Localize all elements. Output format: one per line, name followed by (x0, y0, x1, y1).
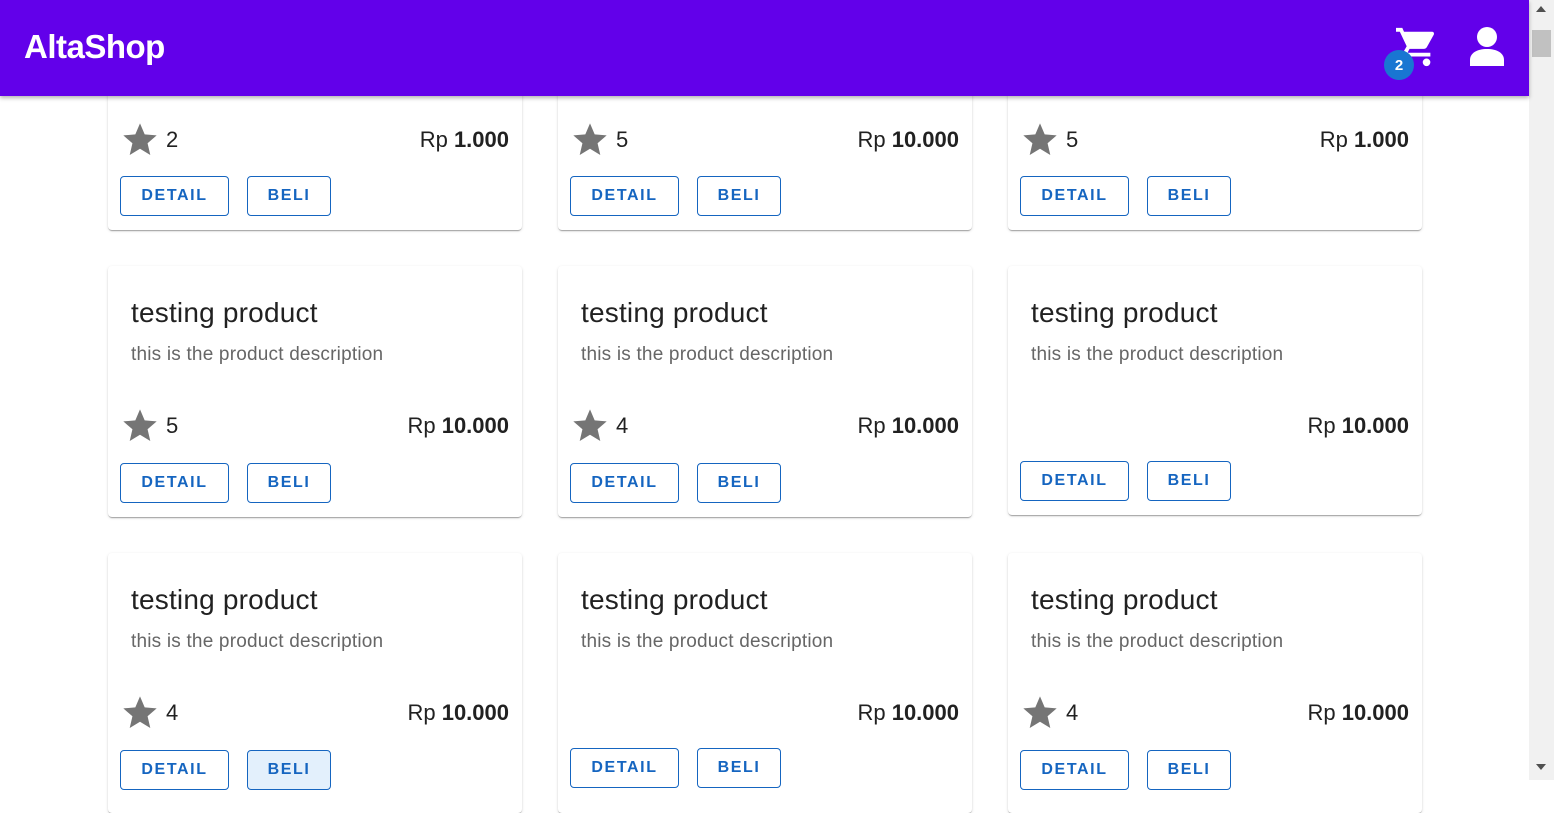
rating-value: 4 (166, 700, 179, 725)
price-value: 10.000 (891, 127, 959, 152)
price-value: 10.000 (1341, 413, 1409, 438)
account-button[interactable] (1468, 26, 1508, 68)
scroll-up-arrow-icon[interactable] (1536, 6, 1546, 12)
buy-button[interactable]: BELI (1147, 750, 1231, 790)
detail-button[interactable]: DETAIL (120, 750, 229, 790)
buy-button[interactable]: BELI (1147, 461, 1231, 501)
currency-label: Rp (1307, 700, 1336, 725)
currency-label: Rp (407, 413, 436, 438)
cart-button[interactable]: 2 (1384, 26, 1442, 80)
price-value: 10.000 (441, 700, 509, 725)
rating-value: 5 (616, 127, 629, 152)
buy-button[interactable]: BELI (697, 463, 781, 503)
product-title: testing product (131, 584, 318, 615)
product-description: this is the product description (581, 631, 834, 652)
product-card: testing product this is the product desc… (1008, 553, 1422, 813)
buy-button[interactable]: BELI (1147, 176, 1231, 216)
detail-button[interactable]: DETAIL (1020, 176, 1129, 216)
scroll-down-arrow-icon[interactable] (1536, 764, 1546, 770)
rating-value: 4 (1066, 700, 1079, 725)
product-description: this is the product description (131, 631, 384, 652)
price-value: 1.000 (453, 127, 509, 152)
currency-label: Rp (857, 700, 886, 725)
buy-button[interactable]: BELI (247, 176, 331, 216)
product-price: Rp 10.000 (1307, 413, 1409, 439)
product-title: testing product (131, 297, 318, 328)
star-icon (1023, 696, 1057, 728)
product-price: Rp 10.000 (857, 413, 959, 439)
product-description: this is the product description (131, 344, 384, 365)
rating-value: 4 (616, 413, 629, 438)
product-card: testing product this is the product desc… (108, 553, 522, 813)
app-title[interactable]: AltaShop (24, 28, 165, 66)
price-value: 10.000 (1341, 700, 1409, 725)
buy-button[interactable]: BELI (697, 748, 781, 788)
currency-label: Rp (1307, 413, 1336, 438)
star-icon (573, 409, 607, 441)
star-icon (123, 409, 157, 441)
product-title: testing product (581, 297, 768, 328)
buy-button[interactable]: BELI (247, 463, 331, 503)
detail-button[interactable]: DETAIL (120, 463, 229, 503)
currency-label: Rp (419, 127, 448, 152)
star-icon (1023, 123, 1057, 155)
price-value: 10.000 (891, 700, 959, 725)
product-description: this is the product description (1031, 344, 1284, 365)
star-icon (123, 123, 157, 155)
product-card: testing product this is the product desc… (558, 266, 972, 517)
scrollbar-thumb[interactable] (1532, 30, 1551, 57)
product-price: Rp 10.000 (407, 413, 509, 439)
page-scrollbar[interactable] (1529, 0, 1554, 780)
app-bar: AltaShop 2 (0, 0, 1529, 96)
currency-label: Rp (857, 413, 886, 438)
product-title: testing product (581, 584, 768, 615)
product-card: testing product this is the product desc… (108, 266, 522, 517)
cart-count-badge: 2 (1384, 50, 1414, 80)
detail-button[interactable]: DETAIL (1020, 461, 1129, 501)
detail-button[interactable]: DETAIL (570, 176, 679, 216)
detail-button[interactable]: DETAIL (570, 463, 679, 503)
currency-label: Rp (407, 700, 436, 725)
buy-button[interactable]: BELI (247, 750, 331, 790)
price-value: 10.000 (441, 413, 509, 438)
product-price: Rp 1.000 (1320, 127, 1409, 153)
detail-button[interactable]: DETAIL (570, 748, 679, 788)
product-description: this is the product description (581, 344, 834, 365)
product-description: this is the product description (1031, 631, 1284, 652)
product-price: Rp 10.000 (857, 127, 959, 153)
product-title: testing product (1031, 584, 1218, 615)
account-icon (1470, 27, 1504, 66)
price-value: 1.000 (1353, 127, 1409, 152)
product-title: testing product (1031, 297, 1218, 328)
detail-button[interactable]: DETAIL (120, 176, 229, 216)
detail-button[interactable]: DETAIL (1020, 750, 1129, 790)
currency-label: Rp (857, 127, 886, 152)
buy-button[interactable]: BELI (697, 176, 781, 216)
product-price: Rp 1.000 (420, 127, 509, 153)
product-price: Rp 10.000 (1307, 700, 1409, 726)
product-price: Rp 10.000 (407, 700, 509, 726)
star-icon (573, 123, 607, 155)
rating-value: 2 (166, 127, 179, 152)
product-price: Rp 10.000 (857, 700, 959, 726)
product-card: testing product this is the product desc… (558, 553, 972, 813)
currency-label: Rp (1319, 127, 1348, 152)
star-icon (123, 696, 157, 728)
product-card: testing product this is the product desc… (1008, 266, 1422, 515)
rating-value: 5 (166, 413, 179, 438)
price-value: 10.000 (891, 413, 959, 438)
rating-value: 5 (1066, 127, 1079, 152)
